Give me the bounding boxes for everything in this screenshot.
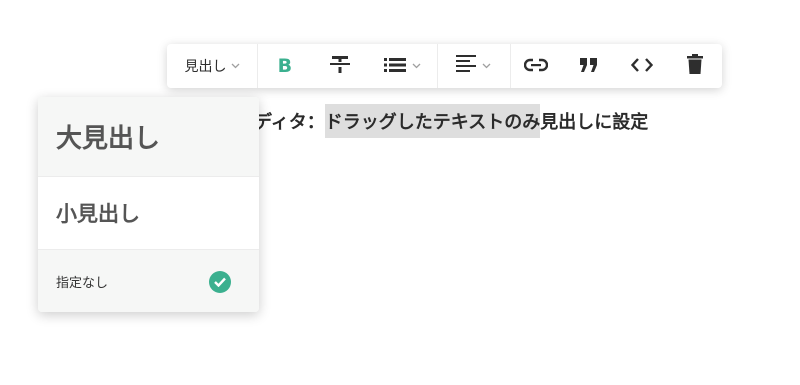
dropdown-item-small-heading[interactable]: 小見出し xyxy=(38,177,259,248)
formatting-toolbar: 見出し B xyxy=(167,44,722,88)
dropdown-item-label: 指定なし xyxy=(56,276,109,291)
dropdown-item-label: 大見出し xyxy=(56,124,161,154)
align-dropdown-button[interactable] xyxy=(438,44,510,88)
strikethrough-button[interactable] xyxy=(312,44,367,88)
delete-button[interactable] xyxy=(669,44,722,88)
quote-icon xyxy=(580,57,598,76)
bullet-list-icon xyxy=(383,57,406,76)
check-circle-icon xyxy=(209,270,231,293)
code-button[interactable] xyxy=(616,44,669,88)
editor-text[interactable]: ディタ： ドラッグしたテキストのみ 見出しに設定 xyxy=(254,104,648,138)
text-before: ディタ： xyxy=(254,112,325,133)
dropdown-item-large-heading[interactable]: 大見出し xyxy=(38,97,259,177)
bold-button[interactable]: B xyxy=(257,44,312,88)
bold-icon: B xyxy=(277,55,293,77)
chevron-down-icon xyxy=(482,63,491,69)
chevron-down-icon xyxy=(412,63,421,69)
code-icon xyxy=(631,57,654,76)
dropdown-item-label: 小見出し xyxy=(56,201,140,226)
strikethrough-icon xyxy=(329,55,350,77)
selected-text[interactable]: ドラッグしたテキストのみ xyxy=(324,104,541,138)
link-button[interactable] xyxy=(510,44,563,88)
dropdown-item-no-heading[interactable]: 指定なし xyxy=(38,249,259,312)
text-after: 見出しに設定 xyxy=(540,112,649,133)
align-left-icon xyxy=(456,55,477,77)
list-dropdown-button[interactable] xyxy=(367,44,437,88)
trash-icon xyxy=(687,54,704,78)
link-icon xyxy=(524,57,549,76)
chevron-down-icon xyxy=(231,63,240,69)
quote-button[interactable] xyxy=(563,44,616,88)
heading-label: 見出し xyxy=(184,59,227,75)
heading-dropdown-menu: 大見出し 小見出し 指定なし xyxy=(38,97,259,312)
heading-dropdown-button[interactable]: 見出し xyxy=(167,44,257,88)
